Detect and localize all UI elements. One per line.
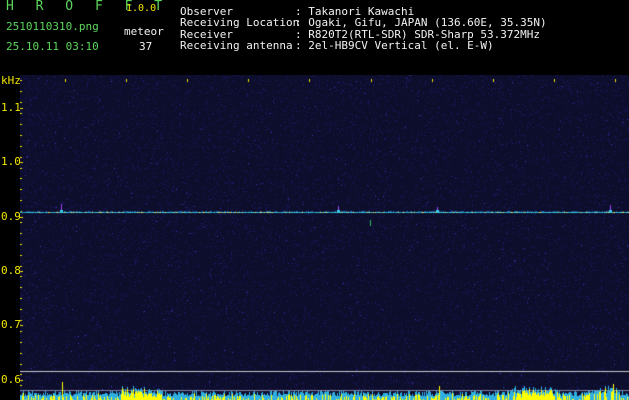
capture-datetime: 25.10.11 03:10: [6, 40, 99, 53]
frequency-tick-label: 0.8: [1, 263, 21, 277]
frequency-tick-label: 1.1: [1, 100, 21, 114]
frequency-unit-label: kHz: [1, 74, 21, 87]
image-filename: 2510110310.png: [6, 20, 99, 33]
spectrogram-plot: [20, 75, 629, 400]
frequency-tick-label: 0.9: [1, 209, 21, 223]
frequency-tick-label: 0.6: [1, 372, 21, 386]
antenna-key: Receiving antenna: [180, 39, 293, 52]
meteor-count: 37: [139, 40, 153, 53]
frequency-tick-label: 0.7: [1, 318, 21, 332]
antenna-value: : 2el-HB9CV Vertical (el. E-W): [295, 39, 494, 52]
app-version: 1.0.0: [126, 3, 157, 14]
frequency-tick-label: 1.0: [1, 155, 21, 169]
meteor-label: meteor: [124, 25, 164, 38]
